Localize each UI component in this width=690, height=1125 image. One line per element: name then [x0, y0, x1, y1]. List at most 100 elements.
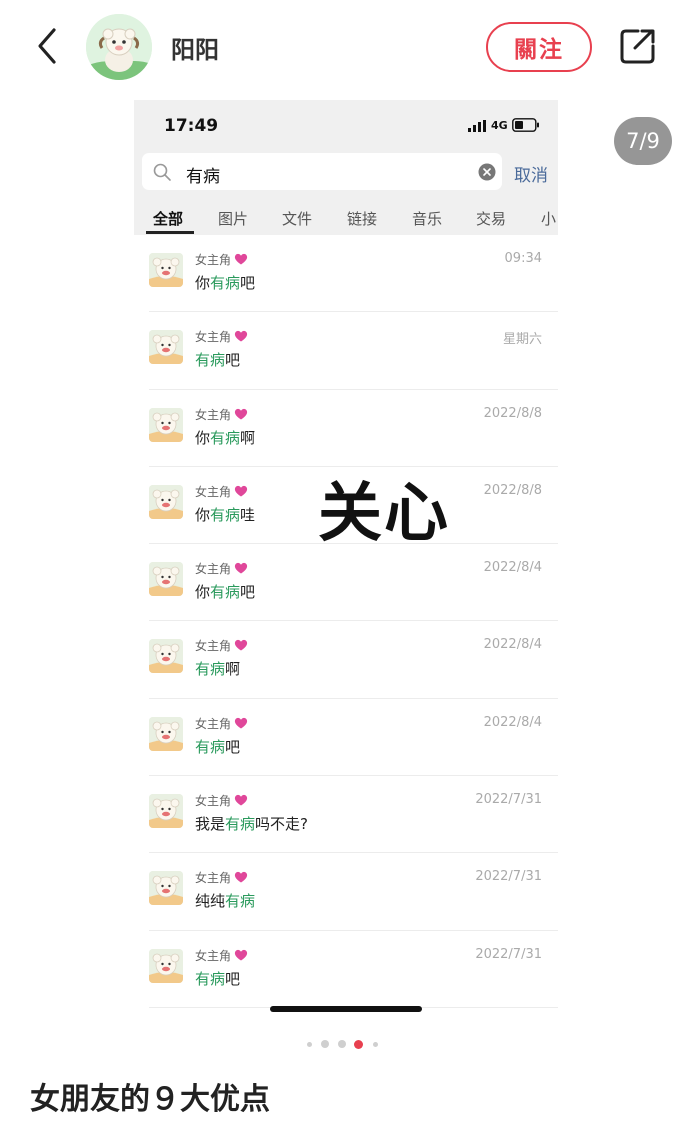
clear-icon[interactable] [478, 163, 496, 181]
message-text-after: 吧 [225, 737, 241, 756]
avatar [149, 948, 183, 983]
sender-name: 女主角 [195, 484, 232, 499]
heart-icon [234, 872, 248, 883]
tab-music[interactable]: 音乐 [412, 208, 442, 229]
avatar [149, 716, 183, 751]
carousel-dot [353, 1039, 363, 1049]
sender-name: 女主角 [195, 871, 232, 886]
post-image[interactable]: 17:49 4G 有病 取消 全部 图片 文件 链接 音乐 交易 小 女主角 0… [134, 100, 558, 1030]
message-time: 2022/7/31 [475, 869, 542, 885]
search-match-highlight: 有病 [210, 583, 241, 602]
carousel-dot [321, 1040, 329, 1048]
message-text-after: 哇 [240, 505, 256, 524]
cancel-button[interactable]: 取消 [514, 161, 548, 186]
chat-avatar-image [149, 484, 183, 519]
message-text-after: 吧 [240, 274, 256, 292]
tab-files[interactable]: 文件 [282, 208, 312, 229]
search-match-highlight: 有病 [225, 815, 256, 834]
signal-icon [468, 120, 486, 132]
message-time: 2022/8/8 [483, 405, 542, 421]
message-text-before: 纯纯 [195, 892, 226, 911]
tab-images[interactable]: 图片 [218, 208, 248, 229]
profile-avatar[interactable] [86, 14, 152, 80]
message-time: 09:34 [504, 251, 542, 266]
home-indicator [270, 1006, 422, 1012]
search-icon [153, 163, 171, 181]
message-text: 有病吧 [195, 349, 240, 370]
message-text-before: 你 [195, 583, 211, 602]
username[interactable]: 阳阳 [171, 30, 219, 65]
message-text: 纯纯有病 [195, 890, 255, 911]
chat-avatar-image [149, 253, 183, 287]
chat-avatar-image [149, 562, 183, 597]
search-match-highlight: 有病 [195, 969, 226, 988]
search-result-item[interactable]: 女主角 2022/8/4 你有病吧 [134, 544, 558, 622]
search-match-highlight: 有病 [225, 892, 256, 911]
search-match-highlight: 有病 [195, 660, 226, 679]
overlay-caption: 关心 [318, 477, 450, 551]
heart-icon [234, 485, 248, 497]
search-match-highlight: 有病 [195, 351, 226, 370]
sender-name: 女主角 [195, 948, 232, 963]
sender-name: 女主角 [195, 716, 232, 731]
message-time: 2022/7/31 [475, 946, 542, 962]
search-result-item[interactable]: 女主角 2022/7/31 有病吧 [134, 931, 558, 1008]
search-result-item[interactable]: 女主角 09:34 你有病吧 [134, 235, 558, 313]
message-text: 你有病吧 [195, 581, 255, 602]
chat-avatar-image [149, 794, 183, 829]
back-button[interactable] [28, 24, 68, 68]
heart-icon [234, 408, 248, 420]
message-time: 2022/8/4 [483, 637, 542, 653]
page-indicator: 7/9 [614, 117, 672, 165]
sender-name: 女主角 [195, 330, 232, 345]
search-result-item[interactable]: 女主角 星期六 有病吧 [134, 312, 558, 390]
message-text: 有病吧 [195, 736, 240, 757]
message-text: 有病啊 [195, 658, 240, 679]
search-result-item[interactable]: 女主角 2022/7/31 我是有病吗不走? [134, 776, 558, 854]
chat-avatar-image [149, 330, 183, 365]
search-match-highlight: 有病 [210, 505, 241, 524]
carousel-dot [372, 1041, 378, 1047]
search-match-highlight: 有病 [195, 737, 226, 756]
tab-mini-programs[interactable]: 小 [541, 208, 556, 229]
heart-icon [234, 640, 248, 651]
active-tab-underline [146, 231, 194, 234]
search-result-item[interactable]: 女主角 2022/7/31 纯纯有病 [134, 853, 558, 931]
message-text-before: 我是 [195, 815, 226, 834]
status-time: 17:49 [164, 116, 219, 136]
sender-name: 女主角 [195, 562, 232, 577]
avatar [149, 407, 183, 442]
tab-all[interactable]: 全部 [153, 208, 183, 229]
carousel-dots [0, 1038, 690, 1050]
avatar [149, 794, 183, 829]
message-text-after: 吧 [240, 583, 256, 602]
message-text: 你有病啊 [195, 427, 255, 448]
screenshot-header: 17:49 4G 有病 取消 全部 图片 文件 链接 音乐 交易 小 [134, 100, 558, 235]
follow-button[interactable]: 關注 [486, 22, 592, 72]
message-text: 有病吧 [195, 968, 240, 989]
chat-avatar-image [149, 639, 183, 674]
tab-links[interactable]: 链接 [347, 208, 377, 229]
search-result-item[interactable]: 女主角 2022/8/4 有病吧 [134, 699, 558, 777]
heart-icon [234, 253, 248, 265]
search-result-item[interactable]: 女主角 2022/8/8 你有病啊 [134, 390, 558, 467]
search-result-item[interactable]: 女主角 2022/8/4 有病啊 [134, 621, 558, 699]
tab-transactions[interactable]: 交易 [476, 208, 506, 229]
message-text: 你有病吧 [195, 272, 255, 293]
chat-avatar-image [149, 948, 183, 983]
chat-avatar-image [149, 407, 183, 442]
message-text-before: 你 [195, 274, 211, 292]
message-time: 2022/8/8 [483, 482, 542, 498]
message-text-after: 啊 [225, 660, 241, 679]
share-button[interactable] [618, 26, 658, 66]
search-match-highlight: 有病 [210, 274, 241, 292]
chat-avatar-image [149, 871, 183, 906]
sender-name: 女主角 [195, 639, 232, 654]
search-input[interactable]: 有病 [142, 153, 502, 190]
message-text: 你有病哇 [195, 504, 255, 525]
sender-name: 女主角 [195, 253, 232, 267]
message-text-before: 你 [195, 428, 211, 447]
sender-name: 女主角 [195, 407, 232, 422]
search-match-highlight: 有病 [210, 428, 241, 447]
chat-avatar-image [149, 716, 183, 751]
